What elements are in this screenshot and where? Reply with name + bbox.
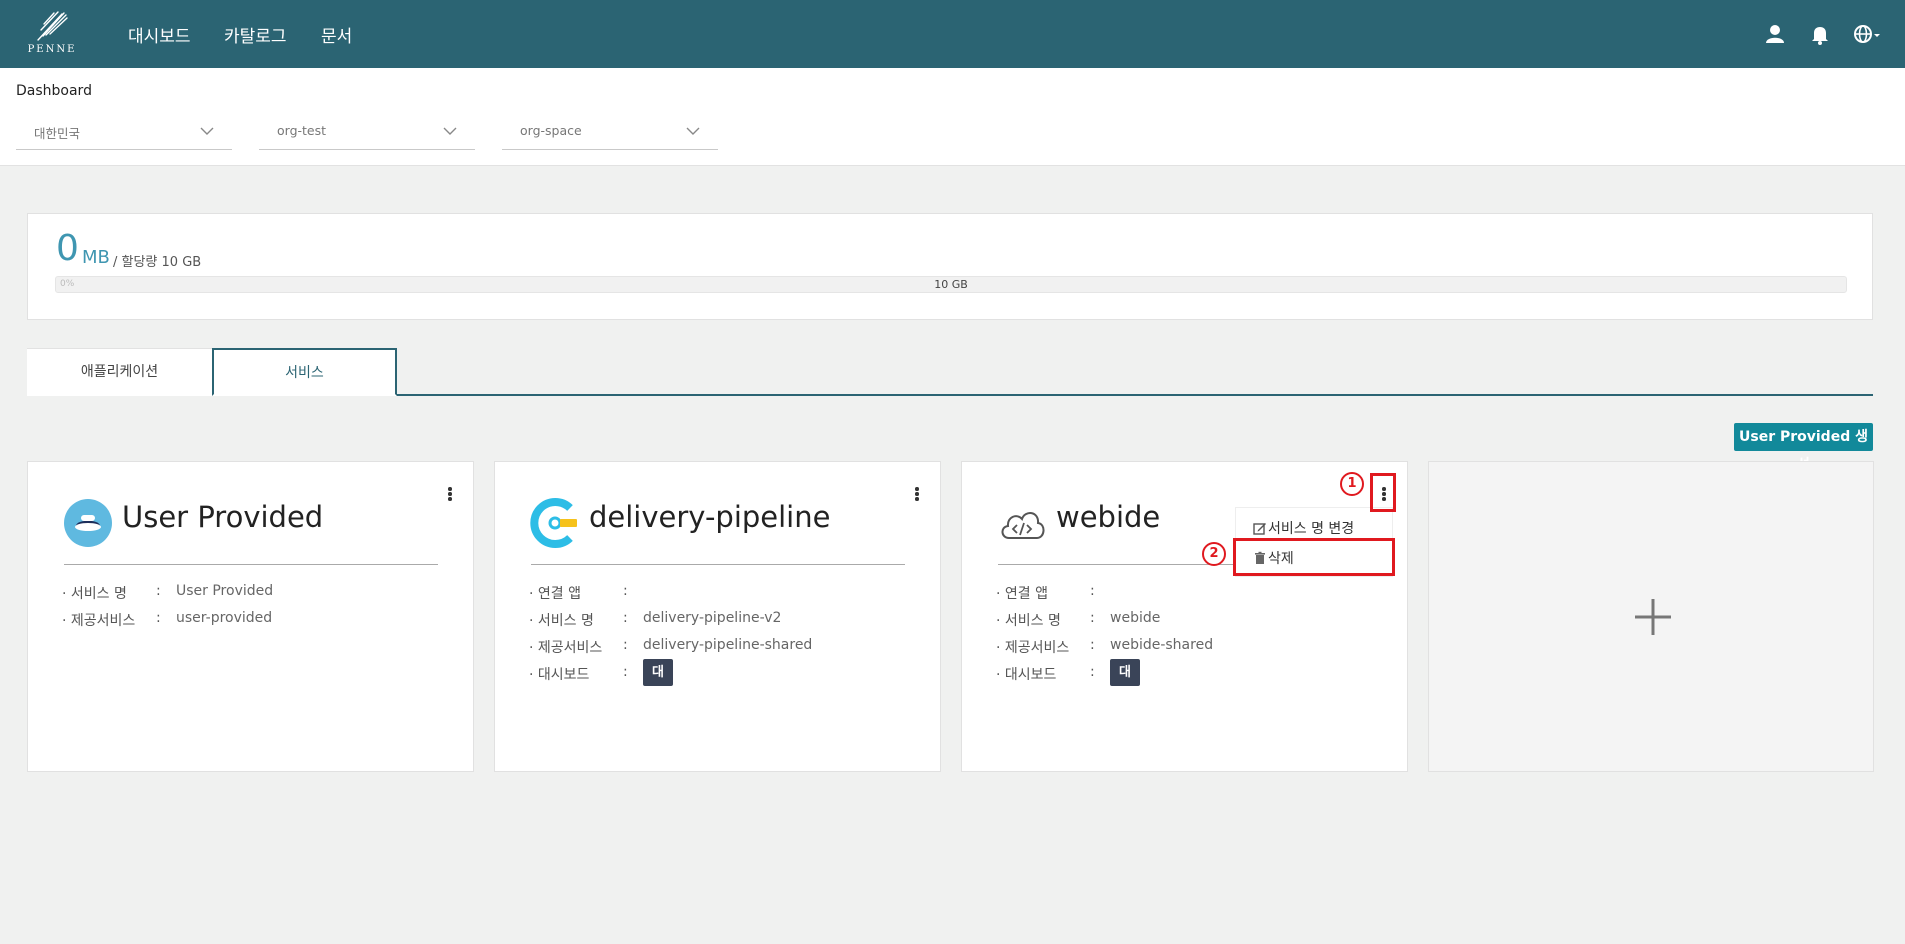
row-value: User Provided (176, 583, 274, 599)
row-colon: : (1090, 637, 1095, 653)
logo-text: PENNE (27, 44, 77, 55)
usage-value: 0 (56, 228, 79, 269)
tab-applications[interactable]: 애플리케이션 (27, 348, 212, 396)
org-select[interactable]: org-test (259, 116, 475, 150)
row-value: delivery-pipeline-v2 (643, 610, 782, 626)
more-options-icon[interactable] (1379, 486, 1389, 504)
plus-icon (1635, 599, 1671, 635)
user-icon[interactable] (1763, 22, 1787, 46)
delivery-pipeline-icon (530, 498, 577, 548)
step-1-marker: 1 (1340, 472, 1364, 496)
row-label: · 서비스 명 (529, 613, 594, 629)
dashboard-button[interactable]: 대시보드 (1110, 659, 1140, 761)
page-header: Dashboard 대한민국 org-test org-space (0, 68, 1905, 166)
more-options-icon[interactable] (445, 486, 455, 504)
usage-quota: / 할당량 10 GB (113, 255, 202, 270)
row-value: delivery-pipeline-shared (643, 637, 813, 653)
service-card-user-provided: User Provided · 서비스 명 : User Provided · … (27, 461, 474, 772)
row-colon: : (156, 610, 161, 626)
more-options-icon[interactable] (912, 486, 922, 504)
row-colon: : (623, 637, 628, 653)
service-card-delivery-pipeline: delivery-pipeline · 연결 앱 : · 서비스 명 : del… (494, 461, 941, 772)
usage-progress-bar: 0% 10 GB (55, 276, 1847, 293)
delete-service-label: 삭제 (1268, 551, 1294, 567)
service-title: webide (1056, 500, 1161, 534)
space-select[interactable]: org-space (502, 116, 718, 150)
webide-cloud-icon (1001, 512, 1045, 539)
step-2-marker: 2 (1202, 542, 1226, 566)
row-colon: : (156, 583, 161, 599)
service-title: User Provided (122, 500, 324, 534)
row-value: webide-shared (1110, 637, 1214, 653)
row-label: · 서비스 명 (62, 586, 127, 602)
tab-services[interactable]: 서비스 (212, 348, 397, 396)
globe-icon[interactable] (1852, 22, 1882, 46)
quota-usage-card: 0 MB / 할당량 10 GB 0% 10 GB (27, 213, 1873, 320)
row-label: · 연결 앱 (996, 586, 1048, 602)
chevron-down-icon (443, 127, 457, 135)
breadcrumb: Dashboard (16, 83, 92, 99)
row-label: · 연결 앱 (529, 586, 581, 602)
edit-icon (1253, 523, 1266, 535)
space-select-value: org-space (520, 123, 582, 138)
divider (64, 564, 438, 565)
row-colon: : (1090, 583, 1095, 599)
row-colon: : (623, 610, 628, 626)
penne-logo[interactable]: PENNE (22, 10, 82, 58)
nav-dashboard[interactable]: 대시보드 (128, 22, 191, 47)
feather-icon (37, 11, 68, 41)
nav-docs[interactable]: 문서 (321, 22, 352, 47)
usage-unit: MB (82, 247, 110, 268)
org-select-value: org-test (277, 123, 327, 138)
service-title: delivery-pipeline (589, 500, 831, 534)
chevron-down-icon (200, 127, 214, 135)
trash-icon (1255, 551, 1265, 564)
row-colon: : (623, 664, 628, 680)
row-colon: : (1090, 610, 1095, 626)
row-label: · 제공서비스 (996, 640, 1070, 656)
dashboard-button[interactable]: 대시보드 (643, 659, 673, 761)
usage-bar-label: 10 GB (934, 278, 968, 291)
rename-service-label: 서비스 명 변경 (1268, 521, 1355, 537)
region-select-value: 대한민국 (34, 126, 81, 141)
row-label: · 대시보드 (529, 667, 590, 683)
row-label: · 서비스 명 (996, 613, 1061, 629)
row-colon: : (1090, 664, 1095, 680)
top-navigation-bar: PENNE 대시보드 카탈로그 문서 (0, 0, 1905, 68)
add-service-card[interactable] (1428, 461, 1874, 772)
create-user-provided-button[interactable]: User Provided 생성 (1734, 423, 1873, 473)
nav-catalog[interactable]: 카탈로그 (224, 22, 287, 47)
service-options-menu: 서비스 명 변경 삭제 (1235, 507, 1393, 577)
rename-service-item[interactable]: 서비스 명 변경 (1253, 518, 1354, 538)
region-select[interactable]: 대한민국 (16, 116, 232, 150)
divider (531, 564, 905, 565)
row-label: · 대시보드 (996, 667, 1057, 683)
row-value: webide (1110, 610, 1161, 626)
row-label: · 제공서비스 (62, 613, 136, 629)
chevron-down-icon (686, 127, 700, 135)
delete-service-item[interactable]: 삭제 (1253, 548, 1294, 568)
row-value: user-provided (176, 610, 273, 626)
row-label: · 제공서비스 (529, 640, 603, 656)
row-colon: : (623, 583, 628, 599)
bell-icon[interactable] (1808, 22, 1832, 46)
user-provided-icon (64, 499, 112, 547)
